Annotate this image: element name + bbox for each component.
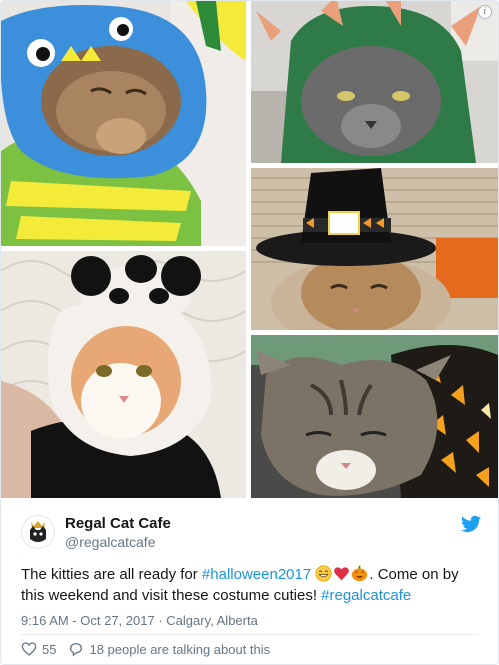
like-button[interactable]: 55 (21, 641, 56, 657)
twitter-bird-icon[interactable] (461, 515, 481, 533)
red-heart-emoji-icon (334, 567, 350, 581)
timestamp[interactable]: 9:16 AM - Oct 27, 2017 (21, 613, 155, 628)
handle[interactable]: @regalcatcafe (65, 534, 155, 550)
photo-grid: i (1, 1, 498, 498)
tweet-actions: 55 18 people are talking about this (21, 641, 282, 657)
avatar[interactable] (21, 515, 55, 549)
tweet-card: i Regal Cat Cafe @regalcatcafe The kitti… (0, 0, 499, 665)
reply-bubble-icon (70, 642, 83, 657)
conversation-button[interactable]: 18 people are talking about this (68, 641, 270, 657)
hashtag-halloween2017[interactable]: #halloween2017 (202, 566, 311, 583)
jack-o-lantern-emoji-icon (352, 565, 368, 582)
hashtag-regalcatcafe[interactable]: #regalcatcafe (321, 587, 411, 604)
display-name[interactable]: Regal Cat Cafe (65, 515, 171, 532)
tweet-header: Regal Cat Cafe @regalcatcafe (21, 513, 481, 553)
location[interactable]: Calgary, Alberta (166, 613, 258, 628)
tweet-text: The kitties are all ready for #halloween… (21, 564, 481, 606)
tweet-meta: 9:16 AM - Oct 27, 2017 · Calgary, Albert… (21, 613, 258, 628)
divider (21, 634, 478, 635)
grin-emoji-icon (315, 565, 332, 582)
photo-cat-panda[interactable] (1, 251, 246, 498)
info-icon[interactable]: i (478, 5, 492, 19)
meta-separator: · (158, 613, 163, 628)
photo-cat-witch-hat[interactable] (251, 168, 498, 330)
like-count: 55 (42, 641, 57, 657)
cat-crown-logo (21, 515, 55, 549)
photo-cat-green-dragon[interactable]: i (251, 1, 498, 163)
photo-cat-candy-corn[interactable] (251, 335, 498, 498)
talking-count: 18 people are talking about this (89, 641, 271, 657)
heart-icon (21, 642, 37, 656)
tweet-text-part1: The kitties are all ready for (21, 566, 202, 583)
photo-cat-blue-monster[interactable] (1, 1, 246, 246)
